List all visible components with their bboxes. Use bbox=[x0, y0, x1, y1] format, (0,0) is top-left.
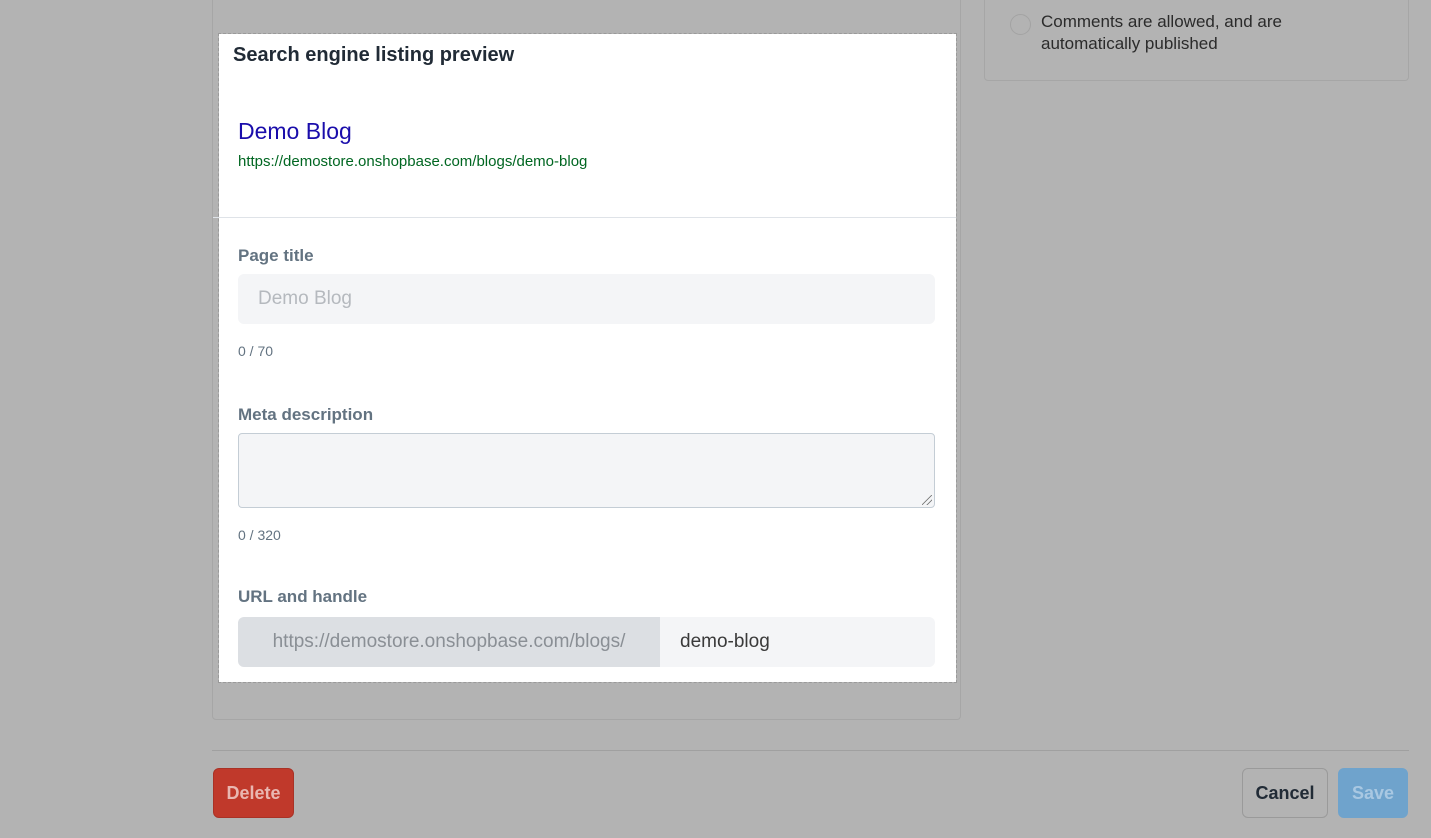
meta-description-label: Meta description bbox=[238, 405, 374, 424]
seo-heading: Search engine listing preview bbox=[233, 44, 515, 66]
page-title-counter: 0 / 70 bbox=[238, 343, 274, 359]
page-title-input[interactable]: Demo Blog bbox=[238, 274, 935, 324]
url-handle-group: https://demostore.onshopbase.com/blogs/ … bbox=[238, 617, 935, 667]
page-title-label: Page title bbox=[238, 246, 314, 265]
cancel-button[interactable]: Cancel bbox=[1242, 768, 1328, 818]
save-button[interactable]: Save bbox=[1338, 768, 1408, 818]
url-handle-label: URL and handle bbox=[238, 587, 368, 606]
comment-option-label: Comments are allowed, and are automatica… bbox=[1041, 12, 1282, 53]
comments-settings-card: Comments are allowed, and are automatica… bbox=[984, 0, 1409, 81]
seo-panel: Search engine listing preview Demo Blog … bbox=[213, 33, 957, 683]
divider bbox=[213, 217, 956, 218]
preview-title: Demo Blog bbox=[238, 118, 352, 144]
url-prefix: https://demostore.onshopbase.com/blogs/ bbox=[238, 617, 660, 667]
blog-edit-page: Comments are allowed, and are automatica… bbox=[0, 0, 1431, 838]
comment-option-row[interactable]: Comments are allowed, and are automatica… bbox=[1010, 11, 1341, 55]
delete-button[interactable]: Delete bbox=[213, 768, 294, 818]
preview-url: https://demostore.onshopbase.com/blogs/d… bbox=[238, 153, 588, 170]
meta-description-textarea[interactable] bbox=[238, 433, 935, 508]
comment-option-radio[interactable] bbox=[1010, 14, 1031, 35]
url-handle-input[interactable]: demo-blog bbox=[660, 617, 935, 667]
resize-grip-icon[interactable] bbox=[922, 495, 932, 505]
bottom-divider bbox=[212, 750, 1409, 751]
meta-description-counter: 0 / 320 bbox=[238, 527, 281, 543]
